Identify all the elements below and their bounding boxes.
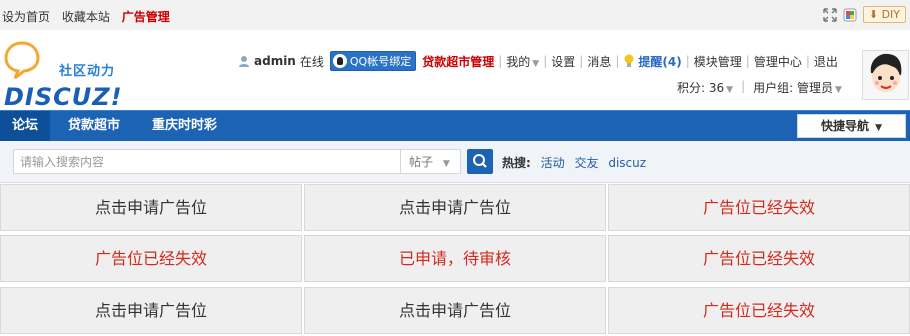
quick-nav-button[interactable]: 快捷导航 ▼ — [797, 114, 906, 138]
lightbulb-icon — [624, 54, 634, 67]
bookmark-link[interactable]: 收藏本站 — [62, 10, 110, 24]
ad-slot[interactable]: 广告位已经失效 — [608, 184, 910, 231]
caret-down-icon: ▼ — [726, 85, 734, 95]
avatar[interactable] — [862, 50, 909, 100]
user-stats: 积分: 36 ▼ | 用户组: 管理员 ▼ — [677, 79, 842, 96]
top-tools: ⬇ DIY — [823, 6, 906, 23]
set-home-link[interactable]: 设为首页 — [2, 10, 50, 24]
color-palette-icon[interactable] — [843, 8, 857, 22]
username-link[interactable]: admin — [254, 54, 296, 68]
ad-slot[interactable]: 广告位已经失效 — [0, 235, 302, 282]
module-manage-link[interactable]: 模块管理 — [694, 53, 742, 70]
avatar-cartoon-icon — [870, 53, 902, 92]
main-nav: 论坛 贷款超市 重庆时时彩 快捷导航 ▼ — [0, 110, 910, 141]
top-bar: 设为首页 收藏本站 广告管理 ⬇ DIY — [0, 0, 910, 31]
ad-slot[interactable]: 广告位已经失效 — [608, 287, 910, 334]
user-icon — [239, 56, 249, 67]
caret-down-icon: ▼ — [875, 123, 883, 133]
settings-link[interactable]: 设置 — [551, 53, 575, 70]
hot-keyword[interactable]: 交友 — [574, 156, 598, 170]
ad-slot[interactable]: 点击申请广告位 — [304, 184, 606, 231]
tab-forum[interactable]: 论坛 — [0, 111, 51, 141]
logo-slogan: 社区动力 — [59, 64, 116, 79]
tab-loan-market[interactable]: 贷款超市 — [56, 111, 132, 141]
header: 社区动力 DISCUZ! admin 在线 QQ帐号绑定 贷款超市管理 | 我的… — [0, 30, 910, 111]
ad-manage-link[interactable]: 广告管理 — [122, 10, 170, 24]
logo-wordmark: DISCUZ! — [4, 83, 123, 111]
hot-keyword[interactable]: discuz — [608, 156, 646, 170]
ad-slot[interactable]: 已申请，待审核 — [304, 235, 606, 282]
ad-slot[interactable]: 广告位已经失效 — [608, 235, 910, 282]
admin-center-link[interactable]: 管理中心 — [754, 53, 802, 70]
caret-down-icon: ▼ — [834, 85, 842, 95]
fullscreen-icon[interactable] — [823, 7, 837, 22]
tab-chongqing-lottery[interactable]: 重庆时时彩 — [140, 111, 229, 141]
hot-search-label: 热搜: — [502, 156, 531, 170]
search-icon — [473, 154, 487, 168]
ad-slot[interactable]: 点击申请广告位 — [304, 287, 606, 334]
search-button[interactable] — [467, 149, 493, 174]
hot-search: 热搜: 活动 交友 discuz — [502, 154, 646, 171]
reminder-link[interactable]: 提醒(4) — [638, 53, 681, 70]
online-status[interactable]: 在线 — [300, 53, 324, 70]
caret-down-icon: ▼ — [532, 58, 540, 69]
qq-bind-button[interactable]: QQ帐号绑定 — [329, 51, 417, 71]
diy-button[interactable]: ⬇ DIY — [862, 6, 906, 23]
messages-link[interactable]: 消息 — [587, 53, 611, 70]
caret-down-icon: ▼ — [442, 159, 450, 169]
search-bar: 请输入搜索内容 帖子 ▼ 热搜: 活动 交友 discuz — [0, 141, 910, 183]
qq-penguin-icon — [332, 54, 347, 68]
mine-menu[interactable]: 我的 ▼ — [506, 53, 539, 70]
search-input[interactable]: 请输入搜索内容 — [13, 149, 401, 174]
top-links: 设为首页 收藏本站 广告管理 — [2, 8, 178, 25]
points-menu[interactable]: 积分: 36 ▼ — [677, 79, 733, 96]
usergroup-menu[interactable]: 用户组: 管理员 ▼ — [753, 79, 842, 96]
logo-bubble-icon — [4, 41, 40, 80]
download-arrow-icon: ⬇ — [868, 8, 879, 21]
search-type-select[interactable]: 帖子 ▼ — [401, 149, 461, 174]
logout-link[interactable]: 退出 — [814, 53, 838, 70]
ad-slot-grid: 点击申请广告位 点击申请广告位 广告位已经失效 广告位已经失效 已申请，待审核 … — [0, 184, 910, 336]
user-bar: admin 在线 QQ帐号绑定 贷款超市管理 | 我的 ▼ | 设置 | 消息 |… — [238, 51, 838, 71]
site-logo[interactable]: 社区动力 DISCUZ! — [2, 38, 132, 111]
hot-keyword[interactable]: 活动 — [541, 156, 565, 170]
ad-slot[interactable]: 点击申请广告位 — [0, 287, 302, 334]
ad-slot[interactable]: 点击申请广告位 — [0, 184, 302, 231]
loan-manage-link[interactable]: 贷款超市管理 — [422, 53, 494, 70]
